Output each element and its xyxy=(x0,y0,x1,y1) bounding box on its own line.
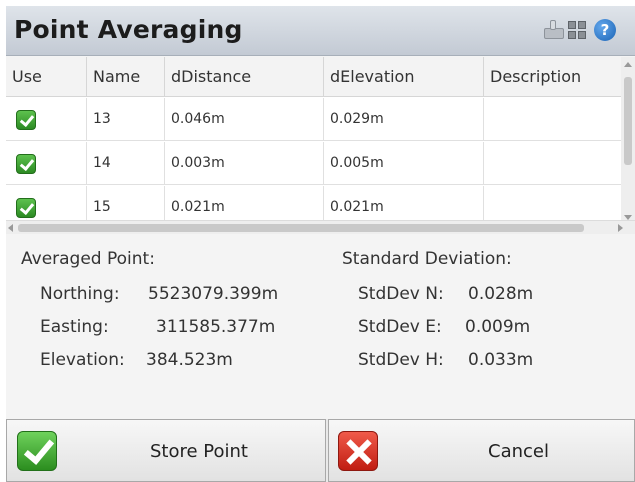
row-ddistance: 0.046m xyxy=(165,98,324,141)
close-icon xyxy=(338,431,378,471)
stddev-n-value: 0.028m xyxy=(468,284,534,304)
northing-value: 5523079.399m xyxy=(148,284,279,304)
horizontal-scrollbar[interactable] xyxy=(6,220,635,234)
window-title: Point Averaging xyxy=(14,15,243,44)
cancel-button[interactable]: Cancel xyxy=(328,419,635,482)
easting-label: Easting: xyxy=(40,317,109,337)
averaged-point-heading: Averaged Point: xyxy=(21,249,155,269)
help-icon[interactable]: ? xyxy=(594,19,616,41)
store-point-label: Store Point xyxy=(150,441,248,462)
standard-deviation-heading: Standard Deviation: xyxy=(342,249,512,269)
button-bar: Store Point Cancel xyxy=(6,419,635,482)
use-checkbox[interactable] xyxy=(16,154,36,174)
row-ddistance: 0.003m xyxy=(165,142,324,185)
stddev-h-label: StdDev H: xyxy=(358,350,444,370)
row-delevation: 0.005m xyxy=(324,142,484,185)
cancel-label: Cancel xyxy=(488,441,549,462)
vertical-scroll-thumb[interactable] xyxy=(624,77,632,165)
row-delevation: 0.029m xyxy=(324,98,484,141)
row-description xyxy=(484,98,621,141)
column-header-use[interactable]: Use xyxy=(6,57,87,97)
northing-label: Northing: xyxy=(40,284,120,304)
elevation-value: 384.523m xyxy=(146,350,233,370)
table-row[interactable]: 14 0.003m 0.005m xyxy=(6,142,621,185)
stddev-h-value: 0.033m xyxy=(468,350,534,370)
stddev-e-value: 0.009m xyxy=(465,317,531,337)
grid-icon[interactable] xyxy=(568,20,588,40)
point-averaging-window: Point Averaging ? Use Name dDistance dEl… xyxy=(6,6,635,482)
stddev-n-label: StdDev N: xyxy=(358,284,444,304)
scroll-left-arrow-icon[interactable] xyxy=(8,224,13,232)
title-bar: Point Averaging ? xyxy=(6,6,635,56)
checkmark-icon xyxy=(17,431,57,471)
stddev-e-label: StdDev E: xyxy=(358,317,442,337)
table-header: Use Name dDistance dElevation Descriptio… xyxy=(6,57,621,97)
column-header-delevation[interactable]: dElevation xyxy=(324,57,484,97)
table-row[interactable]: 13 0.046m 0.029m xyxy=(6,98,621,141)
row-name: 14 xyxy=(87,142,165,185)
row-description xyxy=(484,142,621,185)
observations-table: Use Name dDistance dElevation Descriptio… xyxy=(6,57,621,229)
use-checkbox[interactable] xyxy=(16,198,36,218)
horizontal-scroll-thumb[interactable] xyxy=(18,224,584,232)
store-point-button[interactable]: Store Point xyxy=(6,419,326,482)
scroll-up-arrow-icon[interactable] xyxy=(624,62,632,67)
scroll-right-arrow-icon[interactable] xyxy=(618,224,623,232)
row-name: 13 xyxy=(87,98,165,141)
keyboard-icon[interactable] xyxy=(544,20,564,40)
column-header-description[interactable]: Description xyxy=(484,57,621,97)
column-header-ddistance[interactable]: dDistance xyxy=(165,57,324,97)
use-checkbox[interactable] xyxy=(16,110,36,130)
elevation-label: Elevation: xyxy=(40,350,125,370)
easting-value: 311585.377m xyxy=(156,317,276,337)
column-header-name[interactable]: Name xyxy=(87,57,165,97)
vertical-scrollbar[interactable] xyxy=(621,57,635,227)
